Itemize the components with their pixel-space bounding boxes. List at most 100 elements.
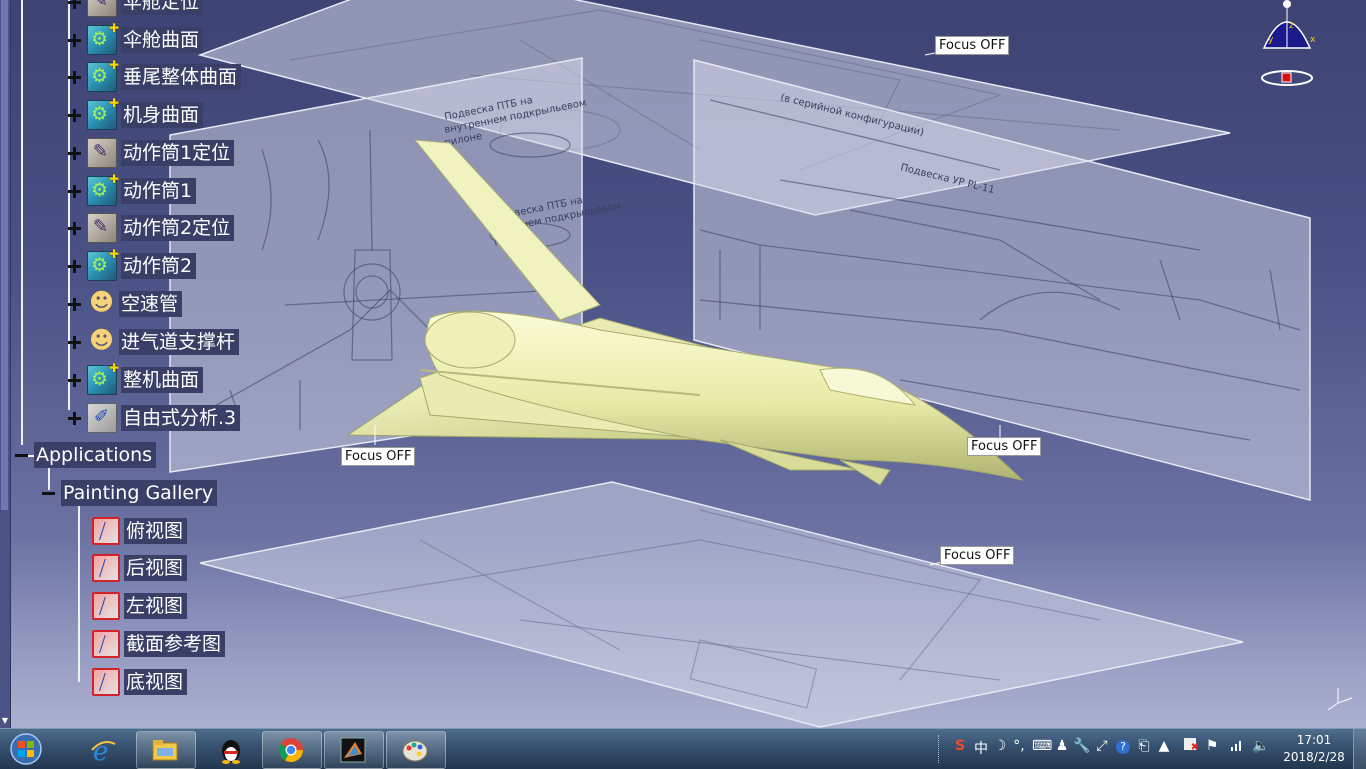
tree-node-painting-gallery[interactable]: Painting Gallery	[42, 477, 218, 509]
folder-icon	[152, 740, 178, 761]
qq-taskbar-button[interactable]	[202, 731, 262, 769]
network-warning-icon[interactable]: ✖	[1181, 738, 1199, 754]
tree-node[interactable]: 空速管	[68, 288, 183, 320]
tree-node[interactable]: 动作筒1定位	[68, 137, 235, 169]
expand-icon[interactable]	[68, 0, 81, 9]
signal-bars-icon[interactable]	[1228, 738, 1246, 756]
tree-scrollbar-thumb[interactable]	[1, 0, 8, 510]
explorer-taskbar-button[interactable]	[136, 731, 196, 769]
gallery-item-label[interactable]: 左视图	[124, 593, 188, 619]
tray-grip[interactable]	[938, 735, 943, 763]
gallery-item-label[interactable]: 截面参考图	[124, 631, 226, 657]
user-icon[interactable]: ♟	[1053, 738, 1071, 754]
freestyle-analysis-icon	[87, 403, 117, 433]
gallery-item[interactable]: 后视图	[92, 552, 188, 584]
gallery-item[interactable]: 俯视图	[92, 515, 188, 547]
help-icon[interactable]: ?	[1114, 738, 1132, 754]
focus-off-tag[interactable]: Focus OFF	[967, 437, 1042, 456]
expand-icon[interactable]	[68, 259, 81, 273]
collapse-icon[interactable]	[42, 487, 55, 500]
tree-node[interactable]: 伞舱曲面	[68, 21, 204, 56]
compass-icon[interactable]: y x z	[1256, 0, 1318, 92]
tree-node[interactable]: 动作筒1	[68, 172, 197, 207]
chrome-taskbar-button[interactable]	[262, 731, 322, 769]
expand-icon[interactable]	[68, 221, 81, 235]
expand-icon[interactable]	[68, 184, 81, 198]
painting-icon	[92, 554, 120, 582]
ime-mode-label[interactable]: 中	[972, 738, 990, 758]
tree-node-label[interactable]: 动作筒1	[121, 178, 197, 204]
show-desktop-button[interactable]	[1353, 729, 1366, 769]
part-icon	[87, 361, 119, 395]
tree-node[interactable]: 自由式分析.3	[68, 402, 241, 434]
painting-icon	[92, 517, 120, 545]
user-feature-icon	[87, 326, 115, 356]
keyboard-icon[interactable]: ⌨	[1032, 738, 1052, 754]
sogou-ime-icon[interactable]: S	[951, 738, 969, 754]
tree-node[interactable]: 伞舱定位	[68, 0, 204, 18]
action-center-icon[interactable]: ⚑	[1203, 738, 1221, 754]
volume-icon[interactable]: 🔈	[1252, 738, 1270, 754]
tree-node-label[interactable]: 整机曲面	[121, 367, 204, 393]
tree-node-label[interactable]: 垂尾整体曲面	[121, 64, 242, 90]
fullscreen-icon[interactable]: ⤢	[1093, 738, 1111, 754]
ie-taskbar-button[interactable]: e	[74, 731, 134, 769]
tree-node-label[interactable]: 动作筒2定位	[121, 215, 235, 241]
tree-node-label[interactable]: Painting Gallery	[61, 480, 218, 506]
tree-node-label[interactable]: 机身曲面	[121, 102, 204, 128]
gallery-item-label[interactable]: 底视图	[124, 669, 188, 695]
show-hidden-icons-arrow-icon[interactable]: ▲	[1155, 738, 1173, 754]
expand-icon[interactable]	[68, 108, 81, 122]
3d-viewport[interactable]: Подвеска ПТБ на внутреннем подкрыльевом …	[0, 0, 1366, 728]
wrench-icon[interactable]: 🔧	[1073, 738, 1091, 754]
tree-node[interactable]: 垂尾整体曲面	[68, 58, 242, 93]
moon-icon[interactable]: ☽	[991, 738, 1009, 754]
tree-node-applications[interactable]: Applications	[15, 439, 157, 471]
expand-icon[interactable]	[68, 297, 81, 311]
expand-icon[interactable]	[68, 70, 81, 84]
tree-node-label[interactable]: 动作筒2	[121, 253, 197, 279]
focus-off-tag[interactable]: Focus OFF	[935, 36, 1010, 55]
expand-icon[interactable]	[68, 33, 81, 47]
tree-node[interactable]: 进气道支撑杆	[68, 326, 240, 358]
focus-off-tag[interactable]: Focus OFF	[341, 447, 416, 466]
tree-node-label[interactable]: 自由式分析.3	[121, 405, 241, 431]
tree-node-label[interactable]: 空速管	[119, 291, 183, 317]
tray-overflow-icon[interactable]: ⎗	[1135, 738, 1153, 754]
gallery-item-label[interactable]: 后视图	[124, 555, 188, 581]
chrome-icon	[278, 738, 303, 763]
collapse-icon[interactable]	[15, 449, 28, 462]
paint-taskbar-button[interactable]	[386, 731, 446, 769]
taskbar: e S 中 ☽ °, ⌨ ♟ 🔧 ⤢ ? ⎗ ▲ ✖ ⚑ 🔈 17:01 201…	[0, 728, 1366, 769]
expand-icon[interactable]	[68, 373, 81, 387]
scroll-down-arrow-icon[interactable]: ▼	[0, 716, 10, 726]
expand-icon[interactable]	[68, 411, 81, 425]
focus-off-tag[interactable]: Focus OFF	[940, 546, 1015, 565]
tree-node[interactable]: 动作筒2	[68, 247, 197, 282]
tree-node[interactable]: 整机曲面	[68, 361, 204, 396]
tree-node-label[interactable]: 伞舱定位	[121, 0, 204, 15]
axis-triad-small	[1327, 688, 1353, 711]
tree-scrollbar[interactable]: ▼	[0, 0, 11, 728]
tree-node-label[interactable]: 动作筒1定位	[121, 140, 235, 166]
gallery-item[interactable]: 截面参考图	[92, 628, 226, 660]
catia-taskbar-button[interactable]	[324, 731, 384, 769]
scene-canvas[interactable]: Подвеска ПТБ на внутреннем подкрыльевом …	[0, 0, 1366, 728]
part-icon	[87, 58, 119, 92]
start-button[interactable]	[4, 732, 44, 766]
gallery-item[interactable]: 左视图	[92, 590, 188, 622]
gallery-item-label[interactable]: 俯视图	[124, 518, 188, 544]
sketch-icon	[87, 213, 117, 243]
tree-node-label[interactable]: Applications	[34, 442, 157, 468]
tree-line	[78, 506, 80, 682]
tree-node-label[interactable]: 进气道支撑杆	[119, 329, 240, 355]
gallery-item[interactable]: 底视图	[92, 666, 188, 698]
compass-z-label: z	[1289, 21, 1294, 31]
expand-icon[interactable]	[68, 146, 81, 160]
tree-node[interactable]: 机身曲面	[68, 96, 204, 131]
expand-icon[interactable]	[68, 335, 81, 349]
punctuation-mode-icon[interactable]: °,	[1010, 738, 1028, 754]
tree-node[interactable]: 动作筒2定位	[68, 212, 235, 244]
system-clock[interactable]: 17:01 2018/2/28	[1282, 732, 1346, 766]
tree-node-label[interactable]: 伞舱曲面	[121, 27, 204, 53]
